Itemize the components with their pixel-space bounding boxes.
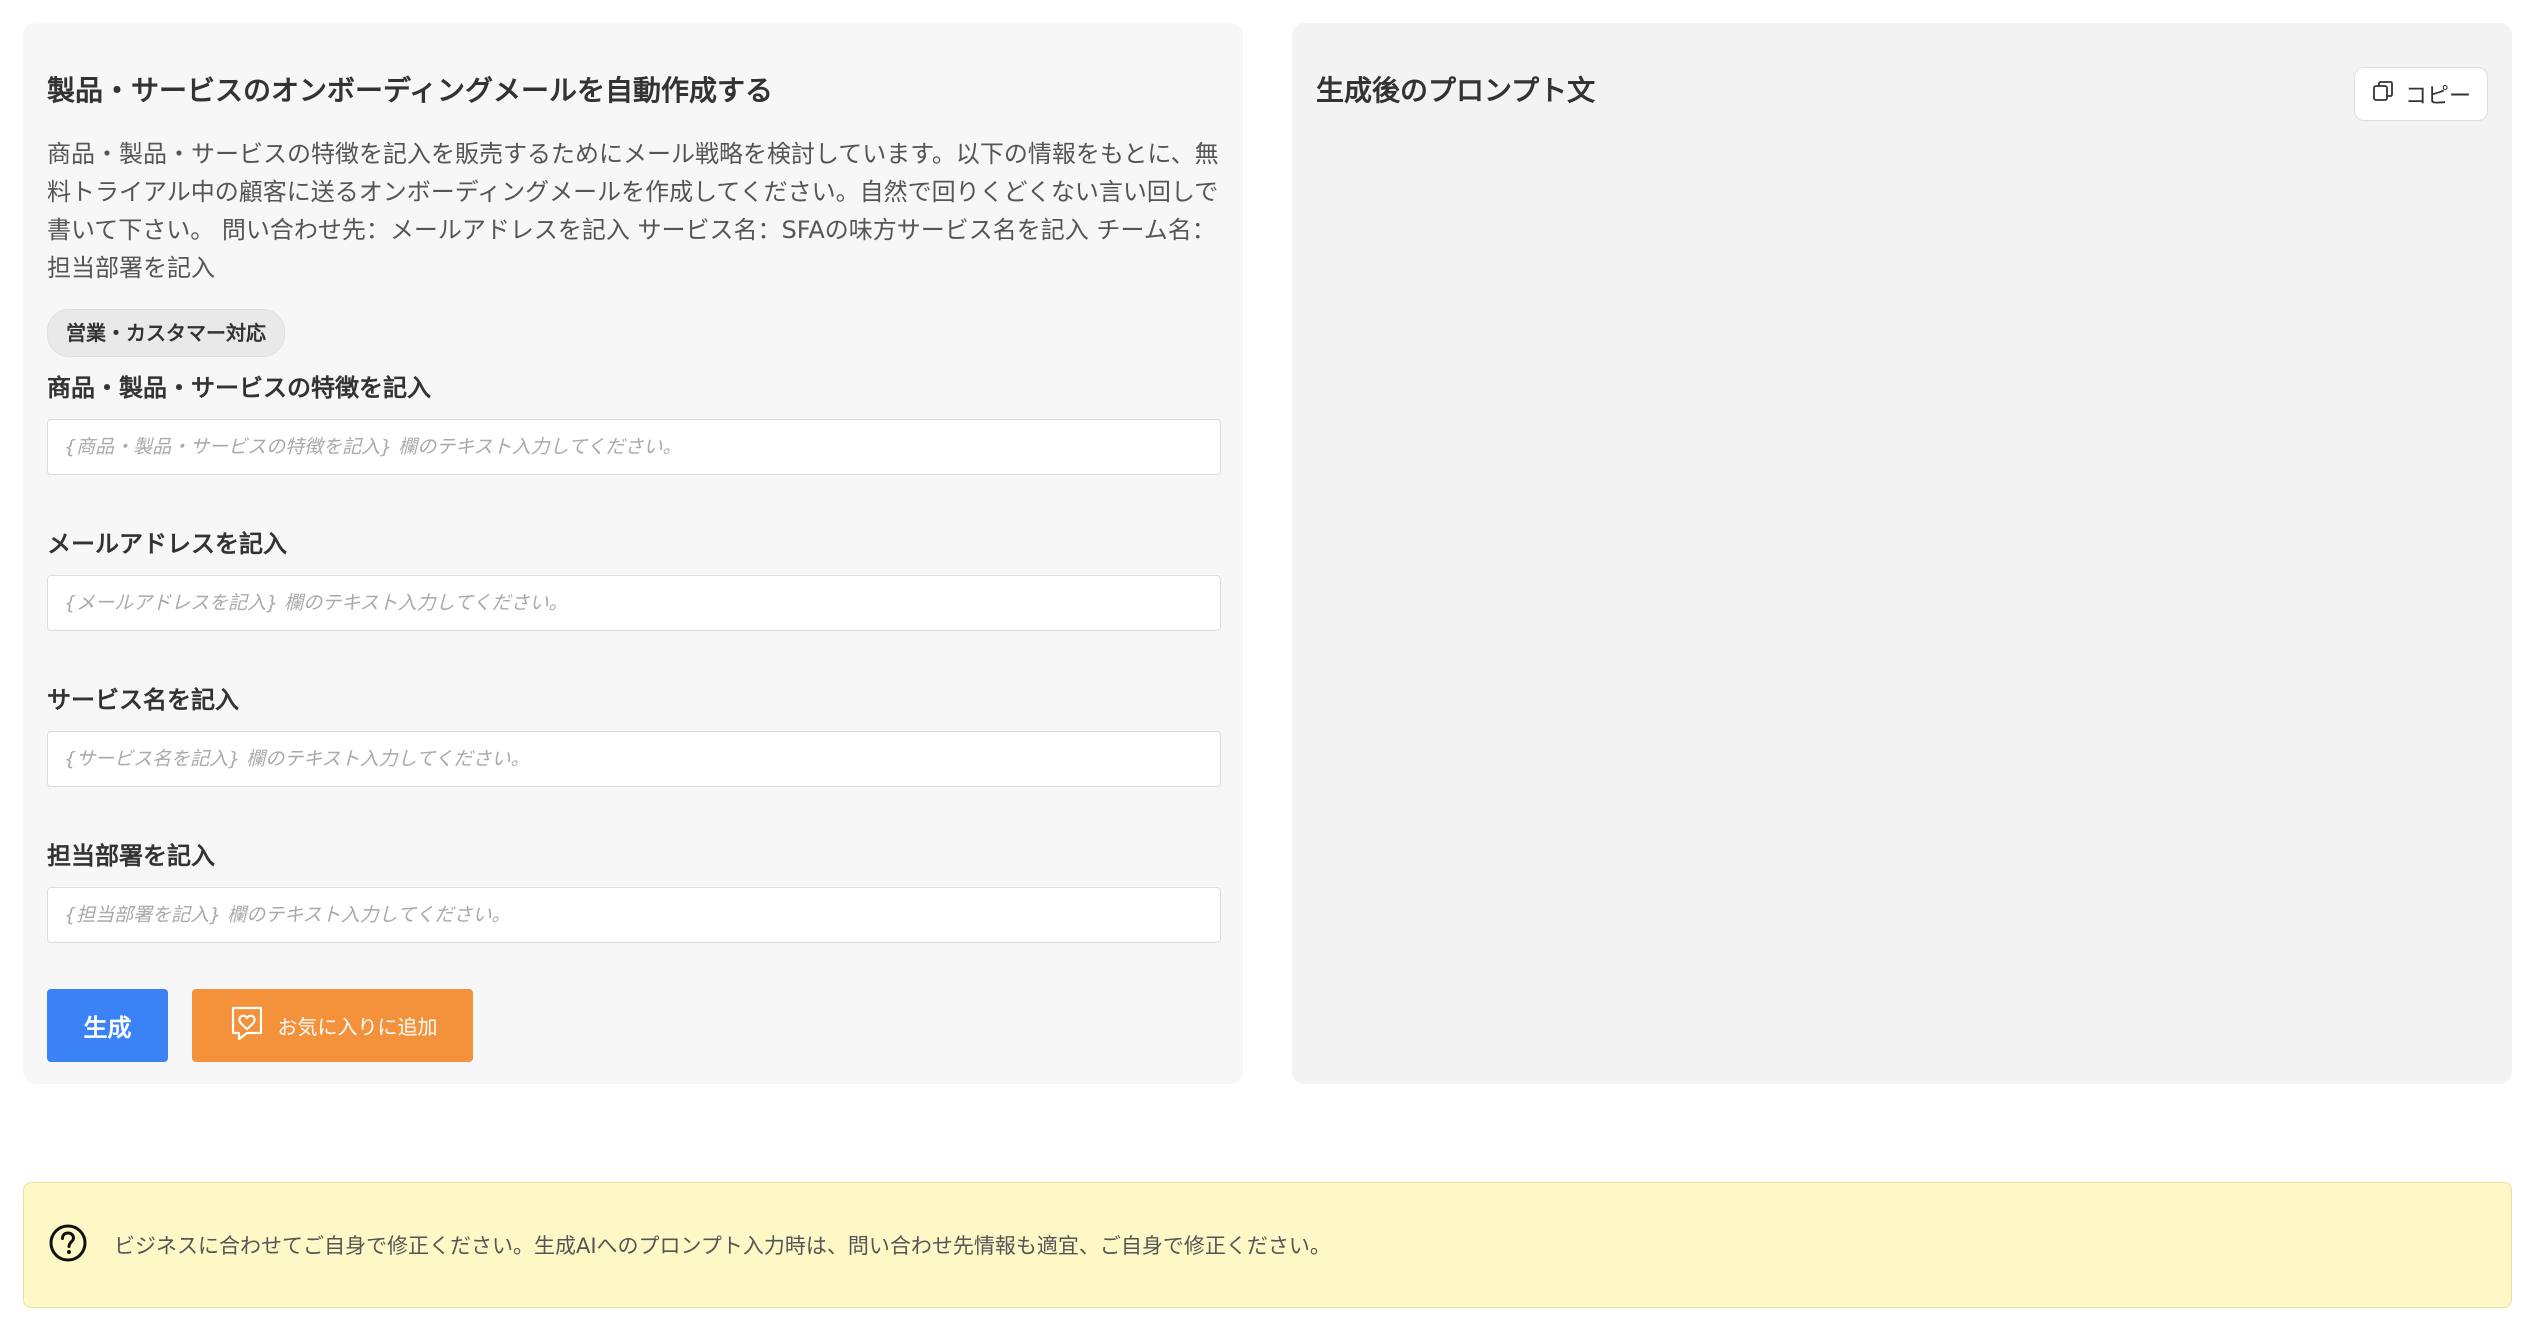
email-field-label: メールアドレスを記入 <box>47 530 287 558</box>
prompt-description: 商品・製品・サービスの特徴を記入を販売するためにメール戦略を検討しています。以下… <box>47 140 1219 282</box>
department-input[interactable] <box>47 887 1221 943</box>
feature-input[interactable] <box>47 419 1221 475</box>
notice-banner: ビジネスに合わせてご自身で修正ください。生成AIへのプロンプト入力時は、問い合わ… <box>23 1182 2512 1308</box>
service-name-field: サービス名を記入 <box>47 683 1221 787</box>
copy-label: コピー <box>2404 84 2471 109</box>
service-name-input[interactable] <box>47 731 1221 787</box>
add-favorite-label: お気に入りに追加 <box>277 1015 438 1039</box>
feature-field-label: 商品・製品・サービスの特徴を記入 <box>47 374 431 402</box>
email-input[interactable] <box>47 575 1221 631</box>
department-field: 担当部署を記入 <box>47 839 1221 943</box>
copy-button[interactable]: コピー <box>2353 67 2488 121</box>
prompt-input-panel: 製品・サービスのオンボーディングメールを自動作成する 商品・製品・サービスの特徴… <box>23 23 1243 1084</box>
bookmark-heart-icon <box>228 1004 266 1047</box>
question-circle-icon <box>48 1223 88 1267</box>
notice-text: ビジネスに合わせてご自身で修正ください。生成AIへのプロンプト入力時は、問い合わ… <box>114 1234 1331 1258</box>
feature-field: 商品・製品・サービスの特徴を記入 <box>47 371 1221 475</box>
category-tag: 営業・カスタマー対応 <box>47 309 285 357</box>
service-name-field-label: サービス名を記入 <box>47 686 239 714</box>
email-field: メールアドレスを記入 <box>47 527 1221 631</box>
action-buttons: 生成 お気に入りに追加 <box>47 989 473 1062</box>
generate-button[interactable]: 生成 <box>47 989 168 1062</box>
department-field-label: 担当部署を記入 <box>47 842 215 870</box>
add-favorite-button[interactable]: お気に入りに追加 <box>192 989 473 1062</box>
output-panel: 生成後のプロンプト文 コピー <box>1292 23 2512 1084</box>
output-title: 生成後のプロンプト文 <box>1316 74 1596 107</box>
copy-icon <box>2371 79 2395 109</box>
prompt-title: 製品・サービスのオンボーディングメールを自動作成する <box>47 74 774 107</box>
